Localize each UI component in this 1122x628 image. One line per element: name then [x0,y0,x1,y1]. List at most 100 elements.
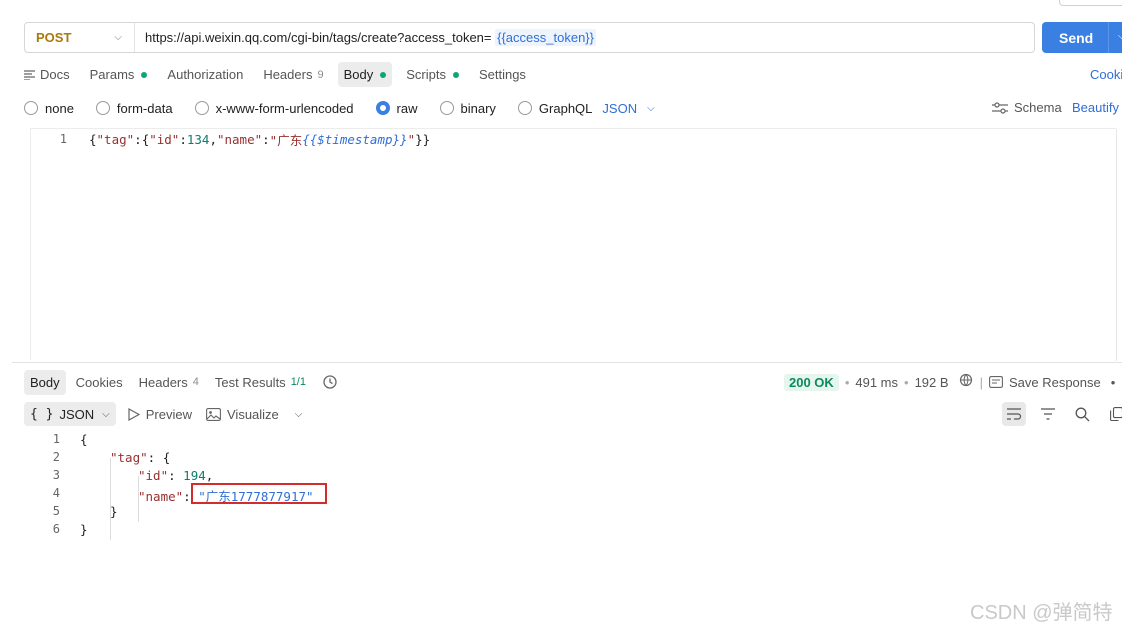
radio-circle[interactable] [24,101,38,115]
request-body-editor[interactable]: 1 {"tag":{"id":134, "name": "广东 {{$timestam… [30,128,1117,361]
code-punct: , [205,468,214,483]
chevron-down-icon: ⌵ [647,102,655,114]
json-number: 134 [186,131,210,147]
network-globe-icon[interactable] [959,373,974,391]
url-input[interactable]: https://api.weixin.qq.com/cgi-bin/tags/c… [135,29,596,46]
tab-count: 1/1 [290,376,306,388]
code-punct: : [168,468,184,483]
line-number: 1 [52,432,60,446]
response-time[interactable]: 491 ms [855,375,898,390]
url-variable[interactable]: {{access_token}} [495,29,596,46]
tab-scripts[interactable]: Scripts [400,62,465,87]
beautify-button[interactable]: Beautify [1072,100,1119,115]
json-key: "id" [149,131,180,147]
code-text: "tag": { [110,450,170,465]
code-line: 1 {"tag":{"id":134, "name": "广东 {{$timestam… [31,130,430,148]
radio-none[interactable]: none [24,101,74,116]
url-bar: POST ⌵ https://api.weixin.qq.com/cgi-bin… [24,22,1035,53]
radio-label: form-data [116,100,173,116]
tab-body[interactable]: Body [337,62,393,87]
tab-authorization[interactable]: Authorization [161,62,249,87]
radio-circle[interactable] [95,101,110,115]
radio-urlencoded[interactable]: x-www-form-urlencoded [194,101,354,116]
radio-circle[interactable] [517,101,532,115]
tab-count: 9 [317,68,324,81]
code-line: 1 { [24,430,624,448]
chevron-down-icon: ⌵ [114,32,122,43]
tab-label: Body [30,374,60,390]
status-code-badge[interactable]: 200 OK [784,373,839,391]
radio-label: binary [460,100,496,116]
line-number: 1 [59,132,67,146]
save-response-icon [989,376,1003,388]
radio-graphql[interactable]: GraphQL [517,101,592,116]
tab-params[interactable]: Params [84,62,154,87]
code-punct: }} [415,131,431,147]
radio-label: none [45,100,74,116]
tab-label: Headers [138,374,188,390]
chevron-down-icon[interactable]: ⌵ [295,409,303,420]
send-button[interactable]: Send ⌵ [1042,22,1122,53]
tab-label: Params [89,67,135,82]
send-label: Send [1059,29,1094,46]
tab-label: Docs [40,67,70,82]
res-tab-body[interactable]: Body [24,369,66,395]
tab-label: Headers [263,67,313,82]
wrap-lines-icon[interactable] [1002,402,1026,426]
more-options-icon[interactable]: • [1111,375,1116,390]
copy-icon[interactable] [1104,402,1122,426]
preview-label: Preview [145,406,192,422]
visualize-button[interactable]: Visualize ⌵ [206,407,302,422]
code-line: 5 } [24,502,624,520]
response-size[interactable]: 192 B [915,375,949,390]
history-icon[interactable] [322,374,338,390]
tab-docs[interactable]: Docs [18,62,76,87]
json-string: " [407,131,416,147]
line-number: 5 [52,504,60,518]
radio-circle[interactable] [194,101,209,115]
pane-divider[interactable] [12,362,1122,363]
chevron-down-icon[interactable]: ⌵ [1118,31,1122,42]
json-number: 194 [183,468,206,483]
line-number: 3 [52,468,60,482]
json-string: "广东 [269,132,303,148]
res-tab-test-results[interactable]: Test Results 1/1 [209,370,312,395]
tab-count: 4 [192,376,199,388]
res-tab-cookies[interactable]: Cookies [70,370,129,395]
radio-form-data[interactable]: form-data [95,100,173,116]
code-line: 2 "tag": { [24,448,624,466]
radio-binary[interactable]: binary [439,100,496,116]
status-dot [141,71,148,78]
method-select[interactable]: POST ⌵ [25,23,135,52]
code-punct: : [179,131,187,147]
filter-icon[interactable] [1036,402,1060,426]
editor-scrollbar[interactable] [1116,129,1122,361]
radio-circle-selected[interactable] [375,101,390,115]
cookies-link[interactable]: Cooki [1090,67,1122,82]
template-variable[interactable]: {{$timestamp}} [302,132,407,147]
radio-circle[interactable] [439,101,454,115]
tab-headers[interactable]: Headers 9 [257,62,329,87]
raw-format-select[interactable]: JSON ⌵ [602,101,654,116]
tab-settings[interactable]: Settings [473,62,532,87]
send-split-divider [1108,22,1109,53]
response-format-select[interactable]: { } JSON ⌵ [24,402,116,426]
json-key: "id" [138,468,169,483]
share-button[interactable] [1059,0,1122,6]
json-key: "name" [216,131,263,147]
save-response-button[interactable]: Save Response [1009,375,1101,390]
radio-label: raw [396,100,418,116]
res-tab-headers[interactable]: Headers 4 [133,370,205,395]
json-key: "tag" [110,450,148,465]
docs-icon [24,69,35,80]
code-punct: { [89,131,97,147]
response-body-viewer[interactable]: 1 { 2 "tag": { 3 "id": 194, 4 "name": "广… [24,430,1122,550]
tab-label: Scripts [406,67,446,82]
radio-raw[interactable]: raw [375,100,418,116]
schema-button[interactable]: Schema [992,100,1062,115]
line-number: 6 [52,522,60,536]
code-punct: } [110,504,118,519]
separator-line: | [979,374,983,390]
preview-button[interactable]: Preview [128,407,192,422]
search-icon[interactable] [1070,402,1094,426]
